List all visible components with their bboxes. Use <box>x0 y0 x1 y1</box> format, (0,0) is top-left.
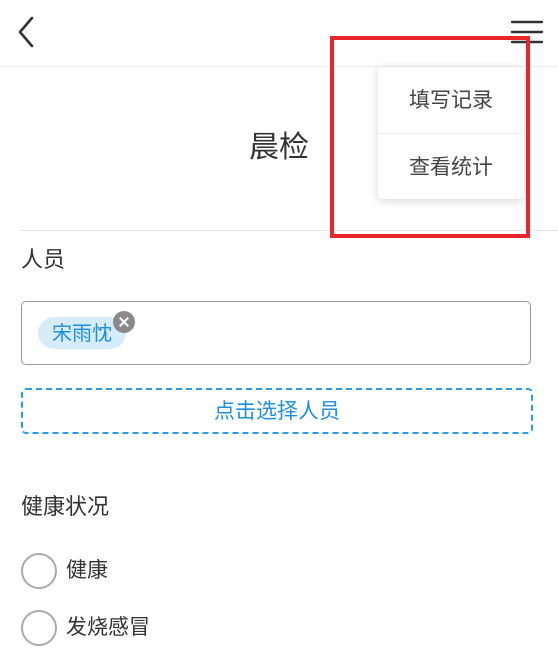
morning-check-page: 晨检 人员 宋雨忱 点击选择人员 健康状况 健康 发烧感冒 填写记录 查看统计 <box>0 0 558 656</box>
dropdown-menu: 填写记录 查看统计 <box>378 67 524 199</box>
option-label: 健康 <box>66 558 108 582</box>
top-bar <box>0 0 558 67</box>
radio-button[interactable] <box>21 553 57 589</box>
hamburger-menu-icon <box>510 20 544 44</box>
menu-item-fill-record[interactable]: 填写记录 <box>378 67 524 133</box>
radio-button[interactable] <box>21 610 57 646</box>
menu-item-view-statistics[interactable]: 查看统计 <box>378 134 524 200</box>
remove-tag-icon[interactable] <box>113 311 135 333</box>
health-option-fever-cold[interactable]: 发烧感冒 <box>21 610 321 646</box>
personnel-label: 人员 <box>21 248 66 273</box>
menu-button[interactable] <box>510 18 544 46</box>
back-button[interactable] <box>12 14 42 50</box>
health-status-label: 健康状况 <box>21 495 110 520</box>
select-personnel-button[interactable]: 点击选择人员 <box>21 388 533 434</box>
selected-personnel-field[interactable]: 宋雨忱 <box>21 301 531 365</box>
section-divider <box>20 230 558 231</box>
chevron-left-icon <box>18 16 34 48</box>
option-label: 发烧感冒 <box>66 615 150 639</box>
health-option-healthy[interactable]: 健康 <box>21 553 321 589</box>
